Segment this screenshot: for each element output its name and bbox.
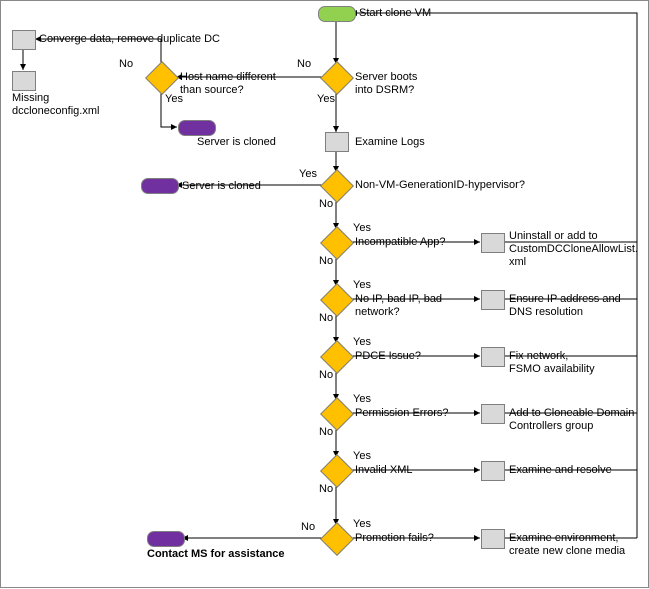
edge-label-yes: Yes <box>353 336 371 349</box>
decision-promo-label: Promotion fails? <box>355 532 434 545</box>
edge-label-no: No <box>319 255 333 268</box>
process-pdce-fix-label: Fix network, FSMO availability <box>509 350 595 376</box>
process-xml-fix <box>481 461 505 481</box>
edge-label-no: No <box>297 58 311 71</box>
edge-label-no: No <box>319 369 333 382</box>
flowchart-canvas: Start clone VM Server boots into DSRM? N… <box>0 0 649 588</box>
edge-label-no: No <box>119 58 133 71</box>
edge-label-yes: Yes <box>353 279 371 292</box>
end-cloned1 <box>178 120 216 136</box>
process-logs <box>325 132 349 152</box>
process-noip-fix <box>481 290 505 310</box>
end-cloned2-label: Server is cloned <box>182 180 261 193</box>
process-promo-fix-label: Examine environment, create new clone me… <box>509 532 625 558</box>
decision-pdce-label: PDCE Issue? <box>355 350 421 363</box>
start-label: Start clone VM <box>359 7 431 20</box>
edge-label-yes: Yes <box>299 168 317 181</box>
process-xml-fix-label: Examine and resolve <box>509 464 612 477</box>
process-missing <box>12 71 36 91</box>
edge-label-no: No <box>301 521 315 534</box>
process-converge <box>12 30 36 50</box>
end-cloned2 <box>141 178 179 194</box>
end-contact-label: Contact MS for assistance <box>147 548 285 561</box>
end-contact <box>147 531 185 547</box>
process-incompat-fix <box>481 233 505 253</box>
decision-nonvm-label: Non-VM-GenerationID-hypervisor? <box>355 179 525 192</box>
decision-dsrm-label: Server boots into DSRM? <box>355 71 417 97</box>
process-pdce-fix <box>481 347 505 367</box>
process-perm-fix-label: Add to Cloneable Domain Controllers grou… <box>509 407 634 433</box>
process-incompat-fix-label: Uninstall or add to CustomDCCloneAllowLi… <box>509 230 638 269</box>
end-cloned1-label: Server is cloned <box>197 136 276 149</box>
decision-noip-label: No IP, bad IP, bad network? <box>355 293 442 319</box>
edge-label-yes: Yes <box>353 222 371 235</box>
decision-xml-label: Invalid XML <box>355 464 412 477</box>
decision-incompat-label: Incompatible App? <box>355 236 446 249</box>
start-node <box>318 6 356 22</box>
edge-label-no: No <box>319 198 333 211</box>
process-noip-fix-label: Ensure IP address and DNS resolution <box>509 293 621 319</box>
decision-perm-label: Permission Errors? <box>355 407 449 420</box>
process-logs-label: Examine Logs <box>355 136 425 149</box>
decision-hostname-label: Host name different than source? <box>180 71 276 97</box>
process-promo-fix <box>481 529 505 549</box>
edge-label-yes: Yes <box>317 93 335 106</box>
edge-label-no: No <box>319 312 333 325</box>
process-perm-fix <box>481 404 505 424</box>
edge-label-yes: Yes <box>353 450 371 463</box>
process-missing-label: Missing dccloneconfig.xml <box>12 92 99 118</box>
process-converge-label: Converge data, remove duplicate DC <box>39 33 220 46</box>
edge-label-no: No <box>319 483 333 496</box>
edge-label-yes: Yes <box>353 393 371 406</box>
edge-label-yes: Yes <box>165 93 183 106</box>
edge-label-yes: Yes <box>353 518 371 531</box>
edge-label-no: No <box>319 426 333 439</box>
